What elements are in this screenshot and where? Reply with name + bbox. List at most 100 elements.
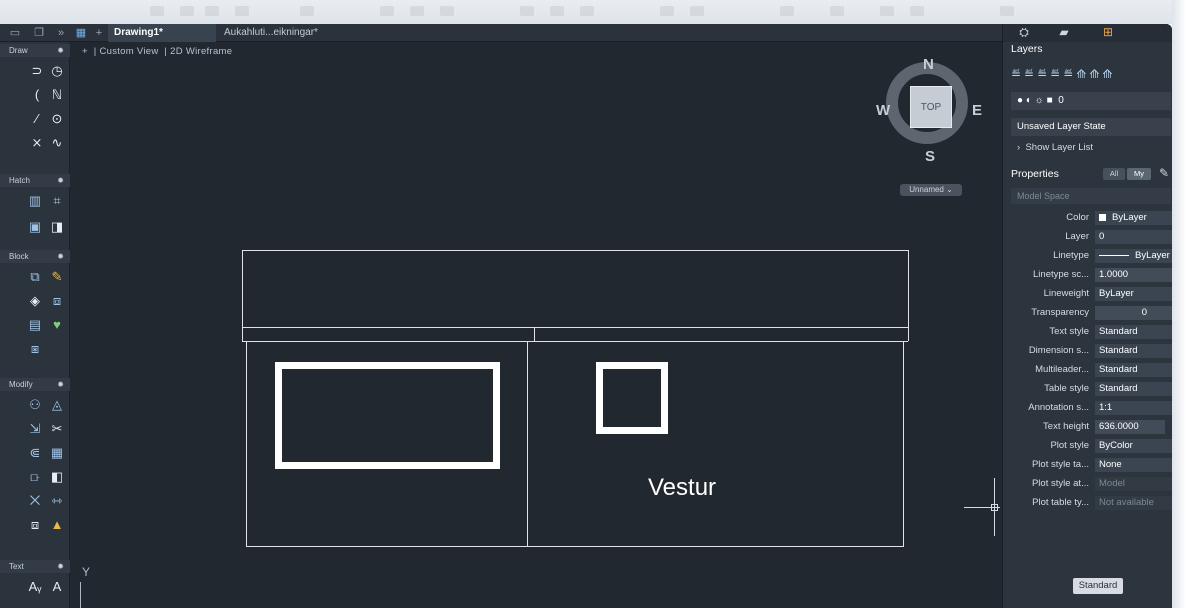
palette-section-block[interactable]: Block ✹ — [0, 250, 70, 263]
prop-value-layer[interactable]: 0 — [1095, 230, 1172, 244]
palette-section-text[interactable]: Text ✹ — [0, 560, 70, 573]
grid-view-icon[interactable]: ▦ — [74, 26, 88, 40]
prop-value-linetype-scale[interactable]: 1.0000 — [1095, 268, 1172, 282]
gear-icon[interactable]: ✹ — [57, 250, 64, 263]
quick-select-icon[interactable]: ✎ — [1159, 166, 1169, 180]
prop-value-transparency[interactable]: 0 — [1095, 306, 1172, 320]
drawing-line — [246, 546, 904, 547]
viewport-plus[interactable]: + — [82, 46, 88, 57]
layer-tools-icon[interactable]: ≝≝≝≝≝⟰⟰⟰ — [1011, 67, 1115, 81]
gear-icon[interactable]: ✹ — [57, 44, 64, 57]
new-tab-icon[interactable]: + — [92, 26, 106, 40]
boundary-icon[interactable]: ⌗ — [50, 194, 64, 208]
prop-value-dimension-style[interactable]: Standard — [1095, 344, 1172, 358]
arc-icon[interactable]: ( — [30, 88, 44, 102]
hatch-icon[interactable]: ▥ — [28, 194, 42, 208]
text-style-icon[interactable]: Aᵧ — [28, 580, 42, 594]
app-toolbar-strip — [0, 0, 1186, 24]
define-attribute-icon[interactable]: ▤ — [28, 318, 42, 332]
current-layer-selector[interactable]: ● ◐ ☼ ■ 0 — [1011, 92, 1171, 110]
prop-value-multileader-style[interactable]: Standard — [1095, 363, 1172, 377]
prop-label-table-style: Table style — [1044, 383, 1089, 394]
trim-icon[interactable]: ✂ — [50, 422, 64, 436]
prop-label-multileader-style: Multileader... — [1035, 364, 1089, 375]
prop-value-text-height[interactable]: 636.0000 — [1095, 420, 1165, 434]
tab-drawing1[interactable]: Drawing1* — [108, 24, 216, 42]
gear-icon[interactable]: ✹ — [57, 378, 64, 391]
ucs-y-axis-label: Y — [82, 565, 91, 579]
drawing-viewport[interactable]: + | Custom View | 2D Wireframe TOP N S E… — [70, 42, 1002, 608]
window-icon[interactable]: ❐ — [32, 26, 46, 40]
palette-section-hatch[interactable]: Hatch ✹ — [0, 174, 70, 187]
compass-west[interactable]: W — [876, 102, 890, 119]
prop-value-linetype[interactable]: ByLayer — [1095, 249, 1172, 263]
edit-block-icon[interactable]: ✎ — [50, 270, 64, 284]
compass-east[interactable]: E — [972, 102, 982, 119]
attribute-icon[interactable]: ◈ — [28, 294, 42, 308]
circle-icon[interactable]: ◷ — [50, 64, 64, 78]
layers-tab-icon[interactable]: ⛭ — [1015, 25, 1033, 41]
line-icon[interactable]: ⁄ — [30, 112, 44, 126]
prop-label-linetype: Linetype — [1053, 250, 1089, 261]
stretch-icon[interactable]: ⟥ — [28, 470, 42, 484]
gear-icon[interactable]: ✹ — [57, 560, 64, 573]
tab-aukahluti[interactable]: Aukahluti...eikningar* — [218, 24, 332, 42]
compass-north[interactable]: N — [923, 56, 934, 73]
view-label[interactable]: Custom View — [99, 46, 158, 57]
offset-icon[interactable]: ⋐ — [28, 446, 42, 460]
visual-style-label[interactable]: 2D Wireframe — [170, 46, 232, 57]
filter-my-button[interactable]: My — [1127, 168, 1151, 180]
prop-value-color[interactable]: ByLayer — [1095, 211, 1172, 225]
notification-tab-icon[interactable]: ⊞ — [1099, 25, 1117, 41]
copy-icon[interactable]: ⚇ — [28, 398, 42, 412]
ray-icon[interactable]: ⨯ — [30, 136, 44, 150]
ellipse-icon[interactable]: ⊙ — [50, 112, 64, 126]
text-icon[interactable]: A — [50, 580, 64, 594]
panel-toggle-icon[interactable]: ▭ — [8, 26, 22, 40]
drawing-line — [534, 327, 535, 342]
explode-icon[interactable]: ⧈ — [28, 518, 42, 532]
folder-tab-icon[interactable]: ▰ — [1055, 25, 1073, 41]
create-block-icon[interactable]: ⧈ — [50, 294, 64, 308]
prop-value-table-style[interactable]: Standard — [1095, 382, 1172, 396]
prop-value-plot-style-table[interactable]: None — [1095, 458, 1172, 472]
layer-state-dropdown[interactable]: Unsaved Layer State — [1011, 118, 1171, 136]
array-icon[interactable]: ▦ — [50, 446, 64, 460]
prop-value-plot-style[interactable]: ByColor — [1095, 439, 1172, 453]
gradient-icon[interactable]: ▣ — [28, 220, 42, 234]
viewcube-top-face[interactable]: TOP — [910, 86, 952, 128]
standard-button[interactable]: Standard — [1073, 578, 1123, 594]
palette-section-modify[interactable]: Modify ✹ — [0, 378, 70, 391]
join-icon[interactable]: ⇿ — [50, 494, 64, 508]
spline-icon[interactable]: ℕ — [50, 88, 64, 102]
revcloud-icon[interactable]: ∿ — [50, 136, 64, 150]
block-editor-icon[interactable]: ♥ — [50, 318, 64, 332]
viewport-controls[interactable]: + | Custom View | 2D Wireframe — [82, 46, 232, 57]
prop-value-annotation-scale[interactable]: 1:1 — [1095, 401, 1172, 415]
color-swatch — [1099, 213, 1106, 221]
extend-icon[interactable]: ⨉ — [28, 494, 42, 508]
polyline-icon[interactable]: ⊃ — [30, 64, 44, 78]
prop-value-plot-style-attached: Model — [1095, 477, 1172, 491]
gear-icon[interactable]: ✹ — [57, 174, 64, 187]
space-selector[interactable]: Model Space — [1011, 188, 1171, 204]
prop-value-plot-table-type: Not available — [1095, 496, 1172, 510]
write-block-icon[interactable]: ⧆ — [28, 342, 42, 356]
palette-section-draw[interactable]: Draw ✹ — [0, 44, 70, 57]
show-layer-list-toggle[interactable]: › Show Layer List — [1017, 142, 1093, 153]
insert-block-icon[interactable]: ⧉ — [28, 270, 42, 284]
compass-south[interactable]: S — [925, 148, 935, 165]
region-icon[interactable]: ◨ — [50, 220, 64, 234]
prop-value-text-style[interactable]: Standard — [1095, 325, 1172, 339]
linetype-preview — [1099, 254, 1129, 256]
rotate-icon[interactable]: ⇲ — [28, 422, 42, 436]
erase-icon[interactable]: ▲ — [50, 518, 64, 532]
prop-value-lineweight[interactable]: ByLayer — [1095, 287, 1172, 301]
expand-icon[interactable]: » — [54, 26, 68, 40]
section-label: Hatch — [9, 176, 30, 185]
drawing-text-vestur[interactable]: Vestur — [648, 474, 716, 502]
scale-icon[interactable]: ◧ — [50, 470, 64, 484]
named-view-dropdown[interactable]: Unnamed ⌄ — [900, 184, 962, 196]
mirror-icon[interactable]: ◬ — [50, 398, 64, 412]
filter-all-button[interactable]: All — [1103, 168, 1125, 180]
